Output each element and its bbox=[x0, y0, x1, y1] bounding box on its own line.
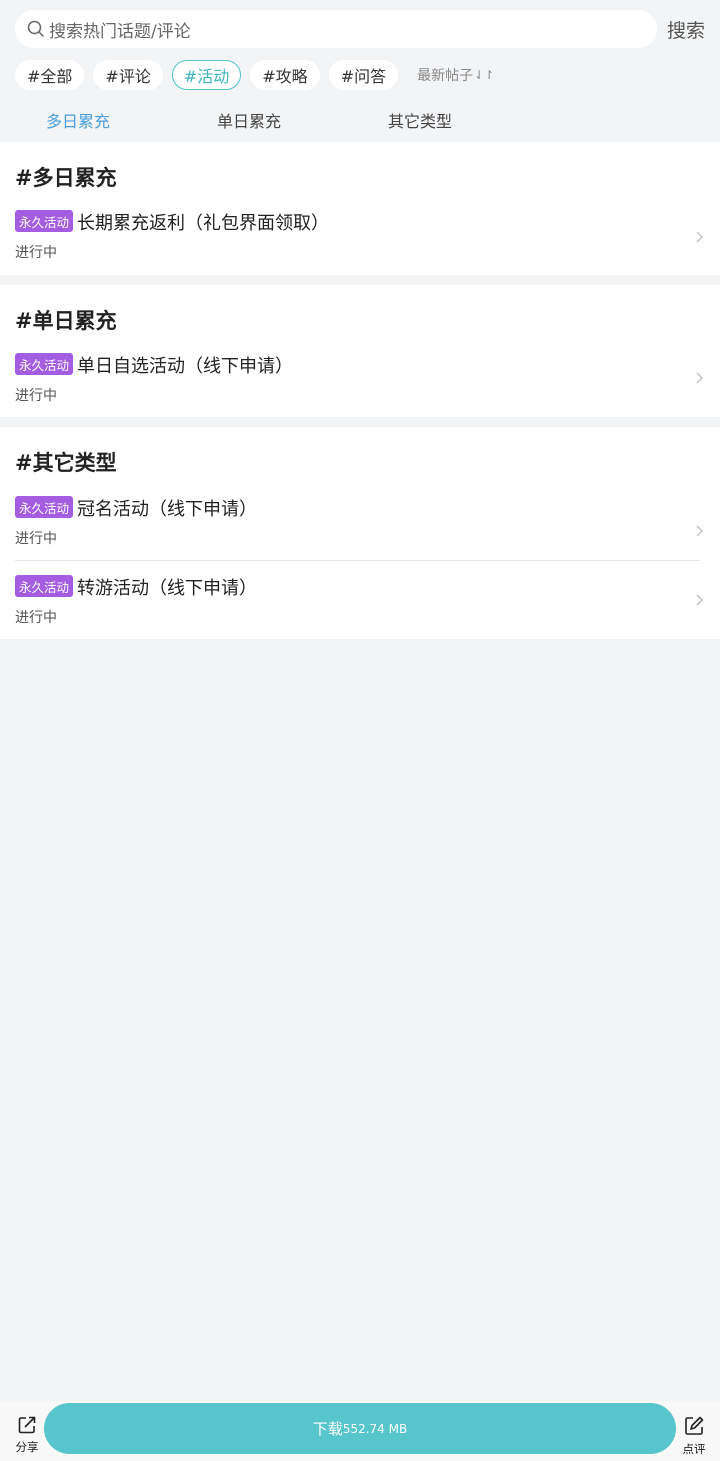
tag-activities[interactable]: #活动 bbox=[171, 60, 242, 90]
list-item[interactable]: 永久活动 单日自选活动（线下申请） 进行中 bbox=[0, 349, 720, 415]
chevron-right-icon bbox=[696, 525, 704, 537]
section-multi-day: #多日累充 永久活动 长期累充返利（礼包界面领取） 进行中 bbox=[0, 142, 720, 275]
subtab-bar: 多日累充 单日累充 其它类型 bbox=[0, 108, 720, 134]
bottom-action-bar: 分享 下载 552.74 MB 点评 bbox=[0, 1401, 720, 1461]
section-title: #单日累充 bbox=[15, 309, 117, 333]
sort-arrows-icon: ⇃↾ bbox=[474, 68, 495, 82]
badge-permanent: 永久活动 bbox=[15, 496, 74, 518]
tag-guides[interactable]: #攻略 bbox=[250, 60, 320, 90]
review-button[interactable]: 点评 bbox=[679, 1415, 709, 1457]
subtab-other[interactable]: 其它类型 bbox=[388, 108, 452, 132]
item-status: 进行中 bbox=[15, 531, 57, 547]
search-placeholder: 搜索热门话题/评论 bbox=[49, 21, 191, 42]
item-title: 长期累充返利（礼包界面领取） bbox=[77, 213, 329, 234]
divider bbox=[15, 560, 700, 561]
section-title: #多日累充 bbox=[15, 166, 117, 190]
chevron-right-icon bbox=[696, 231, 704, 243]
badge-permanent: 永久活动 bbox=[15, 575, 74, 597]
item-status: 进行中 bbox=[15, 388, 57, 404]
sort-dropdown[interactable]: 最新帖子 ⇃↾ bbox=[417, 65, 494, 85]
tag-qa[interactable]: #问答 bbox=[328, 60, 399, 90]
item-title: 单日自选活动（线下申请） bbox=[77, 356, 293, 377]
subtab-multi-day[interactable]: 多日累充 bbox=[46, 108, 110, 132]
download-label: 下载 bbox=[312, 1420, 343, 1438]
list-item[interactable]: 永久活动 长期累充返利（礼包界面领取） 进行中 bbox=[0, 206, 720, 272]
section-single-day: #单日累充 永久活动 单日自选活动（线下申请） 进行中 bbox=[0, 285, 720, 417]
search-input[interactable]: 搜索热门话题/评论 bbox=[15, 10, 657, 48]
edit-icon bbox=[685, 1416, 704, 1435]
tag-all[interactable]: #全部 bbox=[15, 60, 85, 90]
list-item[interactable]: 永久活动 转游活动（线下申请） 进行中 bbox=[0, 570, 720, 636]
chevron-right-icon bbox=[696, 594, 704, 606]
sort-label: 最新帖子 bbox=[417, 68, 474, 84]
chevron-right-icon bbox=[696, 372, 704, 384]
section-title: #其它类型 bbox=[15, 451, 117, 475]
tag-comments[interactable]: #评论 bbox=[93, 60, 163, 90]
search-button[interactable]: 搜索 bbox=[667, 16, 705, 43]
review-label: 点评 bbox=[682, 1442, 706, 1456]
search-icon bbox=[27, 20, 45, 38]
share-icon bbox=[18, 1416, 36, 1434]
subtab-single-day[interactable]: 单日累充 bbox=[217, 108, 281, 132]
share-label: 分享 bbox=[15, 1440, 39, 1454]
top-bar: 搜索热门话题/评论 搜索 #全部 #评论 #活动 #攻略 #问答 最新帖子 ⇃↾… bbox=[0, 0, 720, 142]
download-button[interactable]: 下载 552.74 MB bbox=[44, 1403, 676, 1454]
section-other: #其它类型 永久活动 冠名活动（线下申请） 进行中 永久活动 转游活动（线下申请… bbox=[0, 427, 720, 639]
badge-permanent: 永久活动 bbox=[15, 353, 74, 375]
share-button[interactable]: 分享 bbox=[12, 1415, 42, 1455]
download-size: 552.74 MB bbox=[342, 1421, 408, 1436]
tag-filter-row: #全部 #评论 #活动 #攻略 #问答 最新帖子 ⇃↾ bbox=[15, 59, 494, 91]
item-status: 进行中 bbox=[15, 245, 57, 261]
list-item[interactable]: 永久活动 冠名活动（线下申请） 进行中 bbox=[0, 491, 720, 561]
item-title: 转游活动（线下申请） bbox=[77, 578, 257, 599]
badge-permanent: 永久活动 bbox=[15, 210, 74, 232]
item-status: 进行中 bbox=[15, 610, 57, 626]
item-title: 冠名活动（线下申请） bbox=[77, 499, 257, 520]
